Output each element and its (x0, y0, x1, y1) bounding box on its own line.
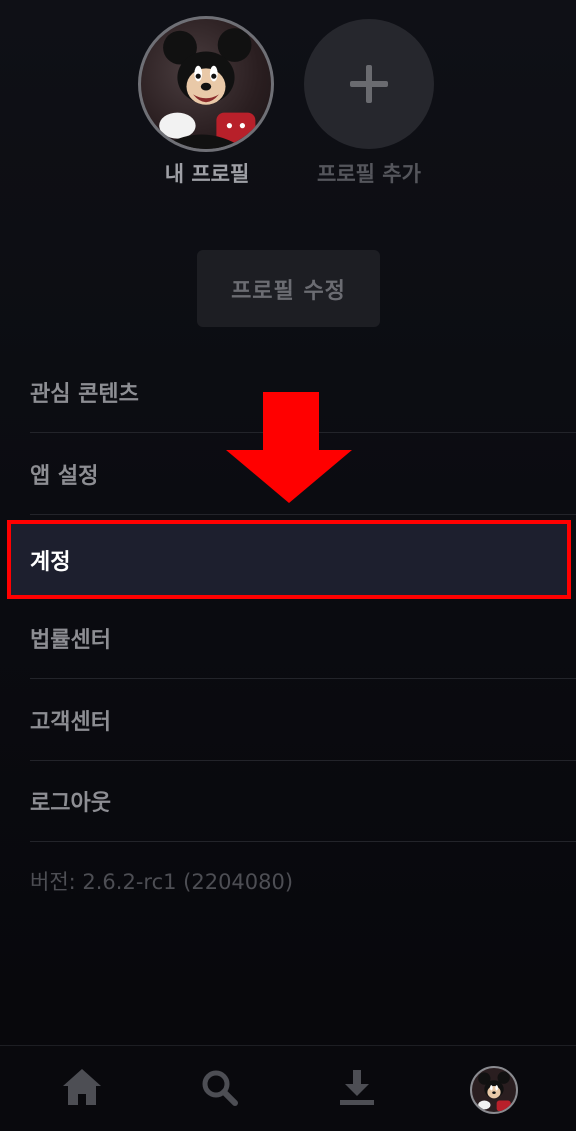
menu-item-label: 고객센터 (30, 710, 111, 735)
menu-item-label: 앱 설정 (30, 464, 99, 489)
red-arrow-annotation-icon (226, 392, 352, 503)
add-profile-label: 프로필 추가 (317, 162, 421, 186)
menu-item-logout[interactable]: 로그아웃 (30, 761, 576, 842)
profile-selector: 내 프로필 프로필 추가 (0, 0, 576, 200)
app-version-text: 버전: 2.6.2-rc1 (2204080) (30, 870, 294, 894)
mickey-avatar-icon (159, 28, 256, 149)
download-icon (340, 1070, 374, 1105)
my-profile-avatar[interactable] (138, 16, 274, 152)
menu-item-account-label: 계정 (30, 549, 71, 575)
menu-item-legal-center[interactable]: 법률센터 (30, 598, 576, 679)
home-icon (63, 1069, 101, 1105)
menu-item-account[interactable] (7, 520, 571, 599)
nav-profile-button[interactable] (470, 1066, 518, 1114)
menu-item-customer-center[interactable]: 고객센터 (30, 680, 576, 761)
nav-search-button[interactable] (196, 1064, 242, 1110)
menu-item-label: 로그아웃 (30, 791, 111, 816)
my-profile-label: 내 프로필 (164, 162, 250, 186)
edit-profile-button[interactable]: 프로필 수정 (197, 250, 380, 327)
profile-avatar-icon (478, 1071, 511, 1112)
plus-icon (350, 65, 388, 103)
nav-download-button[interactable] (334, 1064, 380, 1110)
menu-item-label: 법률센터 (30, 628, 111, 653)
add-profile-button[interactable] (304, 19, 434, 149)
nav-home-button[interactable] (59, 1064, 105, 1110)
menu-item-label: 관심 콘텐츠 (30, 382, 139, 407)
bottom-navigation (0, 1045, 576, 1131)
search-icon (202, 1070, 238, 1106)
